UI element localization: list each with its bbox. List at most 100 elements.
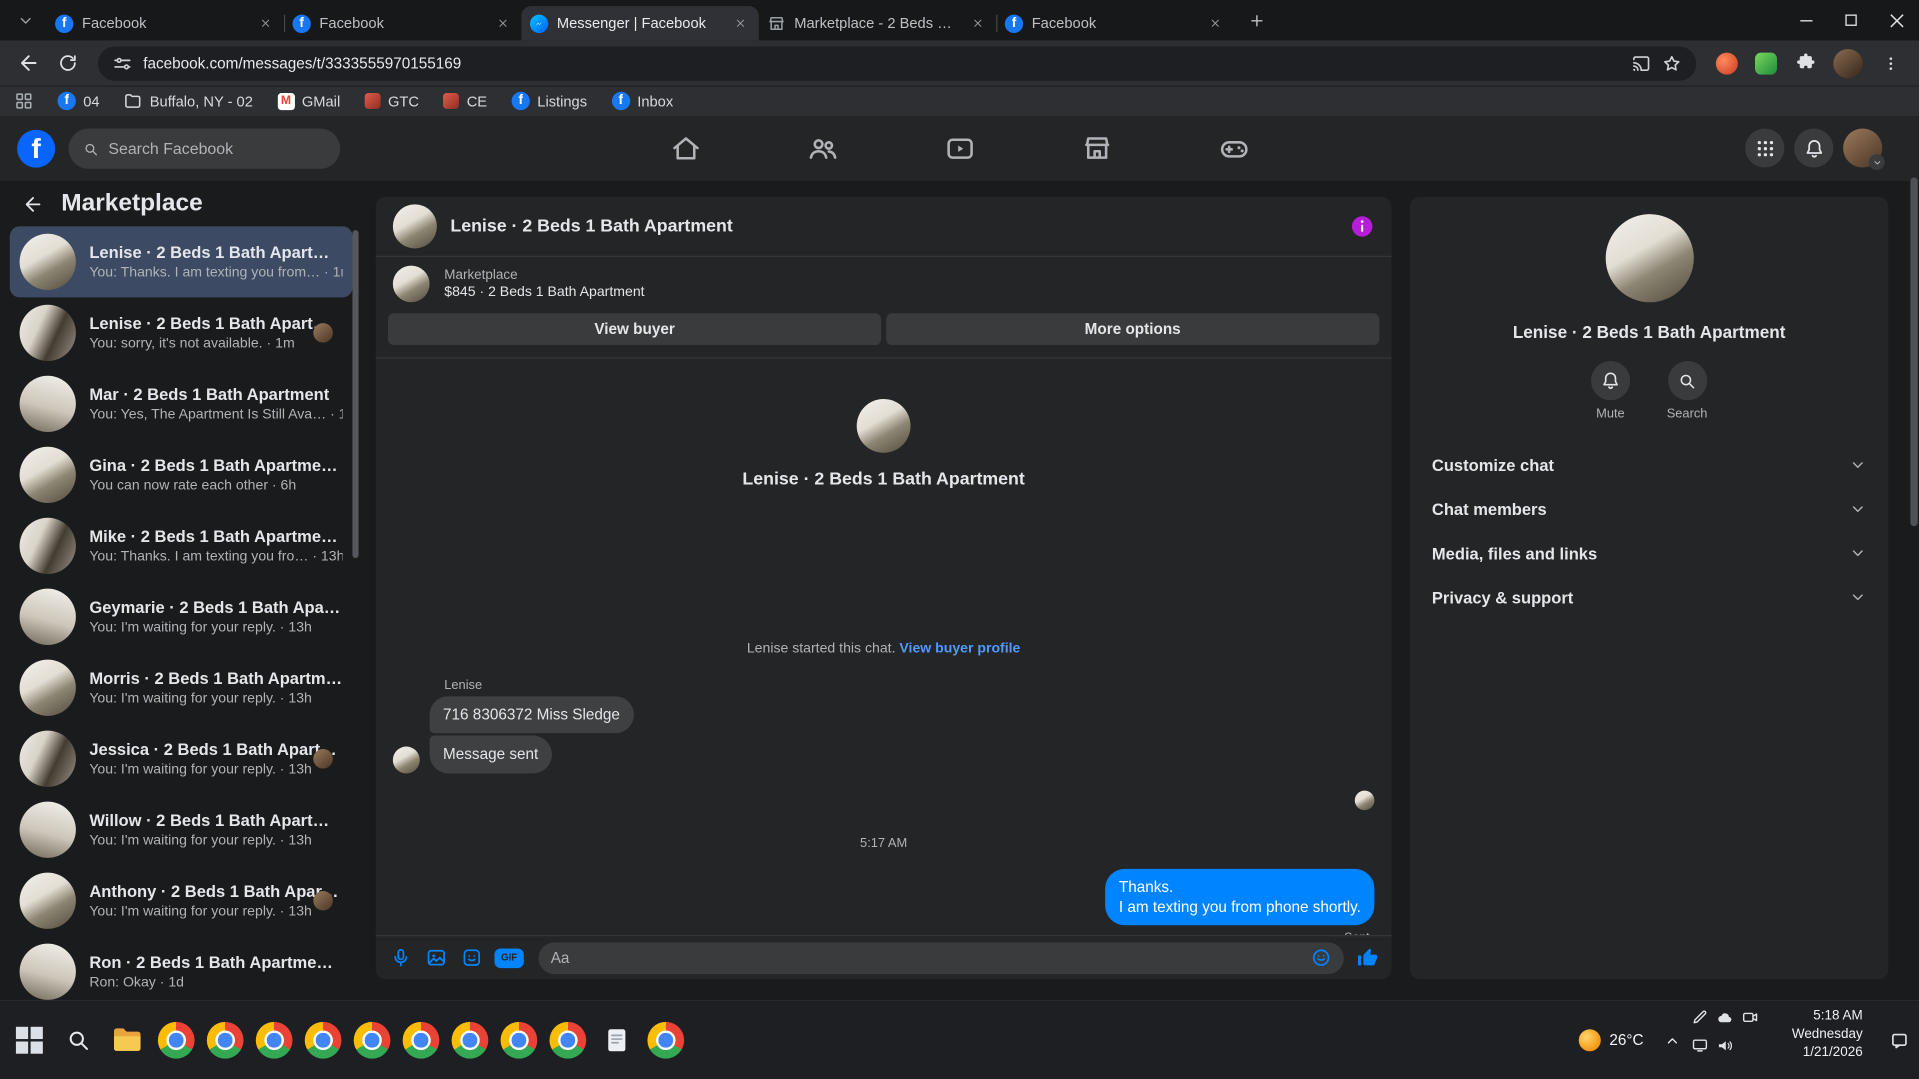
notification-center-button[interactable] [1890,1001,1910,1079]
view-buyer-profile-link[interactable]: View buyer profile [899,641,1020,656]
chrome-taskbar-button[interactable] [350,1013,394,1067]
bookmark-item[interactable]: CE [443,92,487,110]
voice-clip-button[interactable] [388,945,412,969]
browser-tab[interactable]: Facebook [996,6,1233,40]
more-options-button[interactable]: More options [886,313,1380,346]
tab-close-button[interactable] [256,13,276,33]
chat-list-item[interactable]: Mike · 2 Beds 1 Bath Apartment … You: Th… [10,510,353,581]
weather-widget[interactable]: 26°C [1578,1001,1644,1079]
start-button[interactable] [7,1013,51,1067]
conversation-avatar[interactable] [392,204,437,249]
bookmark-item[interactable]: 04 [57,91,100,111]
tab-close-button[interactable] [731,13,751,33]
facebook-logo[interactable] [17,129,56,168]
details-section-media-files-links[interactable]: Media, files and links [1422,531,1876,575]
tray-display-icon[interactable] [1691,1037,1708,1054]
window-maximize-button[interactable] [1828,0,1873,40]
message-input[interactable] [550,949,1311,967]
chrome-taskbar-button[interactable] [203,1013,247,1067]
browser-tab[interactable]: Facebook [283,6,521,40]
details-section-customize-chat[interactable]: Customize chat [1422,443,1876,487]
conversation-title[interactable]: Lenise · 2 Beds 1 Bath Apartment [450,217,1336,237]
tray-volume-icon[interactable] [1716,1037,1734,1055]
tray-camera-icon[interactable] [1742,1008,1759,1025]
view-buyer-button[interactable]: View buyer [387,313,882,346]
extension-icon[interactable] [1755,52,1778,75]
browser-profile-avatar[interactable] [1833,48,1863,78]
taskbar-clock[interactable]: 5:18 AM Wednesday 1/21/2026 [1792,1007,1863,1062]
chat-list-item[interactable]: Jessica · 2 Beds 1 Bath Apartm… You: I'm… [10,723,353,794]
chat-list-item[interactable]: Anthony · 2 Beds 1 Bath Apart… You: I'm … [10,865,353,936]
notepad-taskbar-button[interactable] [595,1013,639,1067]
chat-list-item[interactable]: Willow · 2 Beds 1 Bath Apartment You: I'… [10,794,353,865]
chat-list-item[interactable]: Gina · 2 Beds 1 Bath Apartment f… You ca… [10,439,353,510]
chrome-taskbar-button[interactable] [154,1013,198,1067]
mute-button[interactable]: Mute [1590,361,1630,421]
nav-friends-tab[interactable] [796,124,850,173]
chrome-taskbar-button[interactable] [301,1013,345,1067]
facebook-search[interactable] [68,128,341,169]
details-section-privacy-support[interactable]: Privacy & support [1422,575,1876,619]
bookmark-item[interactable]: Inbox [611,91,673,111]
chat-list-item[interactable]: Lenise · 2 Beds 1 Bath Apartment You: Th… [9,226,353,298]
outgoing-message[interactable]: Thanks. I am texting you from phone shor… [1105,868,1375,926]
tab-search-button[interactable] [10,5,42,37]
emoji-icon[interactable] [1311,947,1332,968]
page-scrollbar[interactable] [1910,116,1918,1001]
cast-icon[interactable] [1631,53,1651,73]
browser-tab[interactable]: Facebook [47,6,284,40]
reload-button[interactable] [49,45,86,82]
new-tab-button[interactable] [1241,5,1273,37]
address-bar[interactable]: facebook.com/messages/t/3333555970155169 [97,45,1697,81]
apps-menu-button[interactable] [1745,128,1785,168]
tab-close-button[interactable] [968,13,988,33]
chat-list-item[interactable]: Ron · 2 Beds 1 Bath Apartment f… Ron: Ok… [10,936,353,1001]
attach-photo-button[interactable] [423,945,447,969]
chat-list-item[interactable]: Mar · 2 Beds 1 Bath Apartment You: Yes, … [10,368,353,439]
search-in-conversation-button[interactable]: Search [1667,361,1707,421]
site-settings-icon[interactable] [113,53,133,73]
chat-list-item[interactable]: Morris · 2 Beds 1 Bath Apartmen… You: I'… [10,652,353,723]
tab-close-button[interactable] [1205,13,1225,33]
tab-close-button[interactable] [493,13,513,33]
file-explorer-button[interactable] [105,1013,149,1067]
window-minimize-button[interactable] [1783,0,1828,40]
chrome-taskbar-button[interactable] [546,1013,590,1067]
tray-cloud-icon[interactable] [1716,1008,1734,1026]
chat-list-item[interactable]: Lenise · 2 Beds 1 Bath Apartm… You: sorr… [10,297,353,368]
incoming-message[interactable]: 716 8306372 Miss Sledge [429,696,634,734]
chrome-taskbar-button[interactable] [644,1013,688,1067]
details-section-chat-members[interactable]: Chat members [1422,487,1876,531]
bookmark-item[interactable]: GMail [277,92,340,110]
sidebar-scrollbar[interactable] [352,230,359,559]
chrome-taskbar-button[interactable] [252,1013,296,1067]
side-panel-button[interactable] [15,92,33,110]
chrome-taskbar-button[interactable] [399,1013,443,1067]
chrome-taskbar-button[interactable] [448,1013,492,1067]
info-icon[interactable] [1350,214,1374,238]
tray-expand-button[interactable] [1664,1001,1680,1079]
incoming-message[interactable]: Message sent [429,735,552,773]
extensions-menu-button[interactable] [1787,45,1824,82]
chrome-taskbar-button[interactable] [497,1013,541,1067]
notifications-button[interactable] [1794,128,1834,168]
bookmark-star-icon[interactable] [1662,53,1682,73]
window-close-button[interactable] [1874,0,1919,40]
back-arrow-icon[interactable] [22,193,44,215]
nav-home-tab[interactable] [658,124,712,173]
back-button[interactable] [10,45,47,82]
gif-icon[interactable]: GIF [494,947,524,968]
profile-avatar[interactable] [1843,128,1885,171]
scrollbar-thumb[interactable] [1910,177,1918,527]
taskbar-search-button[interactable] [56,1013,100,1067]
browser-menu-button[interactable] [1872,45,1909,82]
like-button[interactable] [1355,945,1379,969]
nav-gaming-tab[interactable] [1207,124,1261,173]
bookmark-folder[interactable]: Buffalo, NY - 02 [124,92,253,110]
browser-tab[interactable]: Marketplace - 2 Beds 1 Bath Ap [759,6,996,40]
bookmark-item[interactable]: Listings [511,91,587,111]
sticker-button[interactable] [459,945,483,969]
extension-icon[interactable] [1715,52,1738,75]
bookmark-item[interactable]: GTC [364,92,419,110]
nav-watch-tab[interactable] [933,124,987,173]
